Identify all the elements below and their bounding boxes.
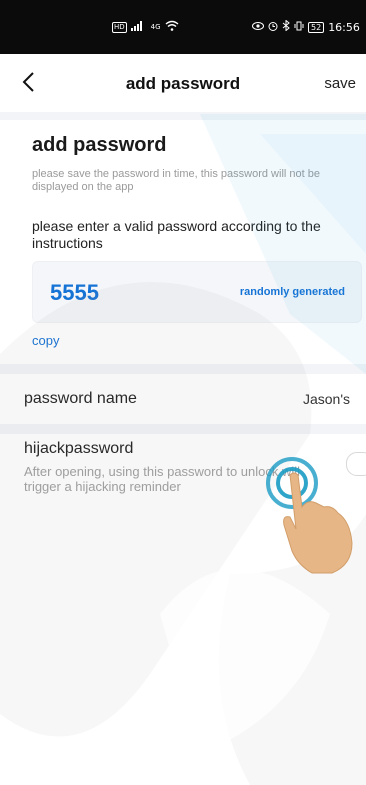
hijack-password-row: hijackpassword After opening, using this…: [0, 434, 366, 508]
section-divider: [0, 364, 366, 374]
hijack-toggle[interactable]: [346, 452, 366, 476]
password-name-label: password name: [24, 390, 137, 407]
randomly-generated-button[interactable]: randomly generated: [240, 286, 345, 298]
status-right: 52 16:56: [252, 19, 360, 34]
save-hint: please save the password in time, this p…: [32, 168, 320, 193]
password-field[interactable]: 5555 randomly generated: [32, 261, 362, 323]
instruction-text: please enter a valid password according …: [32, 218, 321, 251]
section-divider: [0, 424, 366, 434]
hijack-password-label: hijackpassword: [24, 440, 134, 457]
copy-link[interactable]: copy: [32, 333, 59, 348]
section-divider: [0, 112, 366, 120]
page-title: add password: [125, 74, 241, 93]
bluetooth-icon: [282, 19, 290, 34]
nav-bar: add password save: [0, 54, 366, 112]
battery-icon: 52: [308, 21, 325, 33]
alarm-icon: [268, 21, 278, 34]
save-button[interactable]: save: [324, 75, 356, 92]
password-name-row[interactable]: password name Jason's: [0, 374, 366, 424]
status-bar: HD 4G 52 16:56: [0, 0, 366, 54]
hd-badge: HD: [112, 21, 127, 33]
wifi-icon: [165, 20, 179, 34]
network-type: 4G: [150, 23, 161, 31]
password-name-value: Jason's: [302, 391, 350, 407]
status-left: HD 4G: [112, 20, 179, 34]
eye-icon: [252, 21, 264, 34]
hijack-password-description: After opening, using this password to un…: [24, 464, 301, 494]
password-value[interactable]: 5555: [50, 280, 99, 306]
section-title: add password: [32, 134, 167, 156]
password-section: add password please save the password in…: [0, 120, 366, 364]
clock-time: 16:56: [328, 20, 360, 34]
vibrate-icon: [294, 21, 304, 34]
signal-icon: [130, 20, 147, 34]
empty-content-area: [0, 508, 366, 785]
